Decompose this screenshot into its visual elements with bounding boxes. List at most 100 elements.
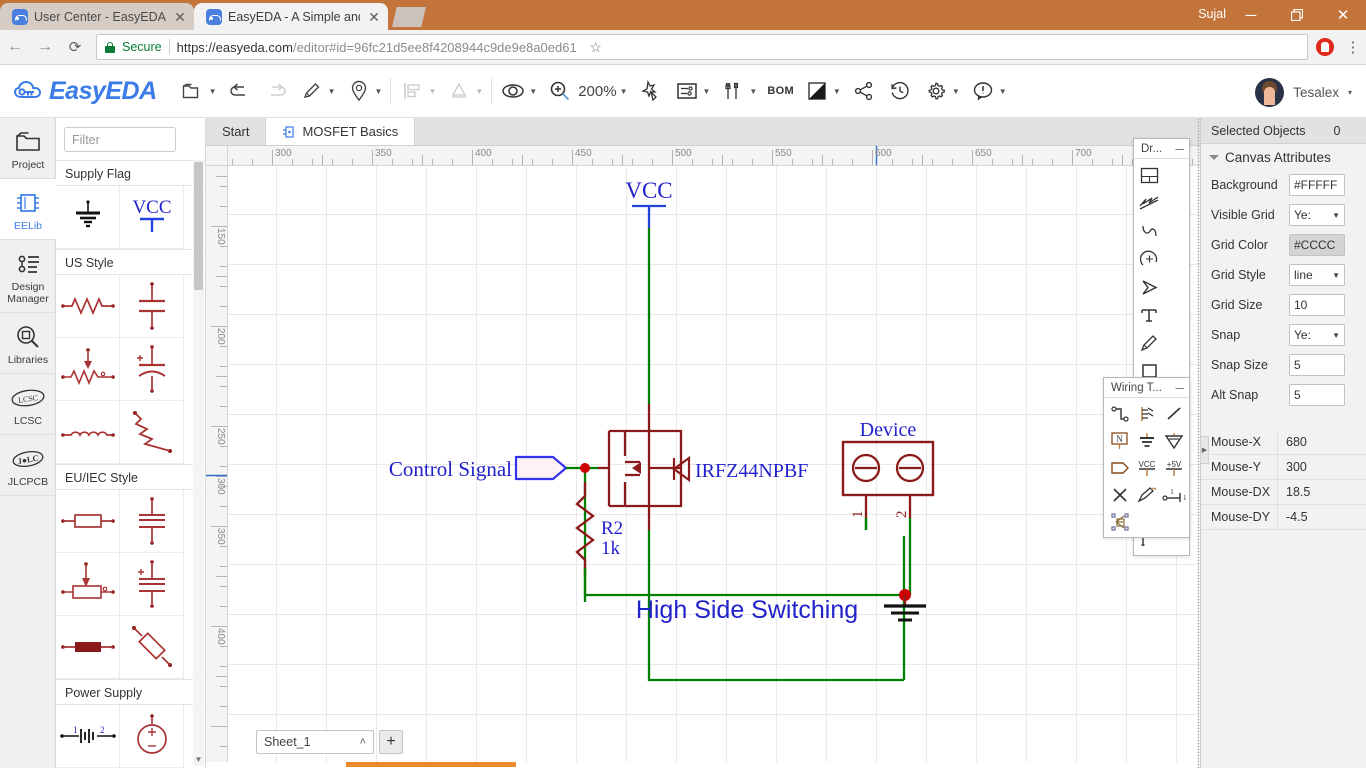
bookmark-star-icon[interactable]: ☆ (584, 39, 608, 56)
sidebar-item-lcsc[interactable]: LCSC LCSC (0, 374, 56, 435)
symbol-capacitor-eu[interactable] (120, 490, 184, 553)
toolbar-distribute[interactable]: ▼ (441, 65, 488, 118)
background-color-input[interactable]: #FFFFF (1289, 174, 1345, 196)
browser-tab-user-center[interactable]: User Center - EasyEDA ✕ (0, 3, 194, 30)
toolbar-properties[interactable]: ▼ (669, 65, 716, 118)
tool-pen[interactable] (1133, 481, 1160, 508)
tool-pencil[interactable] (1136, 329, 1162, 357)
tool-bus[interactable] (1133, 400, 1160, 427)
scrollbar-thumb[interactable] (194, 162, 203, 290)
symbol-resistor-diagonal[interactable] (120, 401, 184, 464)
reload-button[interactable]: ⟳ (60, 38, 90, 56)
tool-wire[interactable] (1106, 400, 1133, 427)
toolbar-history[interactable] (882, 65, 918, 118)
tool-pin[interactable]: 11 (1160, 481, 1187, 508)
sidebar-item-jlcpcb[interactable]: J●LC JLCPCB (0, 435, 56, 496)
minimize-icon[interactable]: ─ (1175, 382, 1184, 394)
toolbar-tools[interactable]: ▼ (715, 65, 762, 118)
chevron-down-icon[interactable]: ▼ (952, 87, 960, 96)
window-minimize-button[interactable]: ─ (1228, 0, 1274, 30)
toolbar-place-marker[interactable]: ▼ (341, 65, 388, 118)
scrollbar-thumb[interactable] (346, 762, 516, 767)
component-panel-scrollbar[interactable]: ▲ ▼ (193, 160, 204, 766)
symbol-battery[interactable]: 1 2 (56, 705, 120, 768)
symbol-potentiometer-eu[interactable] (56, 553, 120, 616)
tool-canvas-frame[interactable] (1136, 161, 1162, 189)
toolbar-settings[interactable]: ▼ (918, 65, 965, 118)
chevron-down-icon[interactable]: ▼ (209, 87, 217, 96)
address-bar[interactable]: Secure https://easyeda.com/editor#id=96f… (96, 34, 1308, 60)
sidebar-item-libraries[interactable]: Libraries (0, 313, 56, 374)
chevron-down-icon[interactable]: ▼ (620, 87, 628, 96)
tool-group[interactable] (1106, 508, 1133, 535)
symbol-capacitor[interactable] (120, 275, 184, 338)
mosfet-symbol[interactable] (598, 431, 689, 506)
toolbar-redo[interactable] (258, 65, 294, 118)
chevron-down-icon[interactable]: ▼ (999, 87, 1007, 96)
symbol-inductor[interactable] (56, 401, 120, 464)
tool-polyline[interactable] (1136, 189, 1162, 217)
toolbar-align[interactable]: ▼ (394, 65, 441, 118)
symbol-potentiometer-us[interactable] (56, 338, 120, 401)
window-maximize-button[interactable] (1274, 0, 1320, 30)
grid-color-input[interactable]: #CCCC (1289, 234, 1345, 256)
chevron-down-icon[interactable]: ▼ (749, 87, 757, 96)
alt-snap-input[interactable]: 5 (1289, 384, 1345, 406)
canvas-horizontal-scrollbar[interactable] (206, 762, 1200, 768)
tool-polygon[interactable] (1136, 273, 1162, 301)
chevron-down-icon[interactable]: ▼ (1332, 271, 1340, 280)
sidebar-item-project[interactable]: Project (0, 118, 56, 179)
symbol-vcc[interactable]: VCC (120, 186, 184, 249)
toolbar-share[interactable] (846, 65, 882, 118)
toolbar-bom[interactable]: BOM (762, 65, 799, 118)
grid-style-select[interactable]: line ▼ (1289, 264, 1345, 286)
symbol-resistor-us[interactable] (56, 275, 120, 338)
minimize-icon[interactable]: ─ (1175, 143, 1184, 155)
tab-start[interactable]: Start (206, 118, 266, 145)
palette-header[interactable]: Dr... ─ (1134, 139, 1189, 159)
tab-mosfet-basics[interactable]: MOSFET Basics (266, 118, 415, 145)
browser-tab-close-icon[interactable]: ✕ (172, 10, 188, 24)
horizontal-ruler[interactable]: 300 350 400 450 500 550 600 650 700 (228, 146, 1200, 166)
easyeda-logo[interactable]: EasyEDA (14, 77, 157, 106)
tool-flag[interactable] (1160, 427, 1187, 454)
tool-bus-entry[interactable] (1160, 400, 1187, 427)
chevron-down-icon[interactable]: ▼ (529, 87, 537, 96)
symbol-resistor-filled[interactable] (56, 616, 120, 679)
toolbar-visibility[interactable]: ▼ (495, 65, 542, 118)
tool-text[interactable] (1136, 301, 1162, 329)
chevron-down-icon[interactable]: ▼ (703, 87, 711, 96)
chrome-menu-icon[interactable]: ⋮ (1340, 38, 1366, 56)
chevron-down-icon[interactable]: ▼ (328, 87, 336, 96)
tool-vcc-flag[interactable]: VCC (1133, 454, 1160, 481)
snap-size-input[interactable]: 5 (1289, 354, 1345, 376)
chevron-down-icon[interactable]: ▼ (833, 87, 841, 96)
symbol-polarized-capacitor-eu[interactable] (120, 553, 184, 616)
add-sheet-button[interactable]: + (379, 730, 403, 754)
adblock-extension-icon[interactable] (1316, 38, 1334, 56)
chevron-up-icon[interactable]: ˄ (360, 736, 366, 748)
browser-tab-easyeda-editor[interactable]: EasyEDA - A Simple and ✕ (194, 3, 388, 30)
sidebar-item-eelib[interactable]: EELib (0, 179, 56, 240)
back-button[interactable]: ← (0, 38, 30, 56)
scroll-down-icon[interactable]: ▼ (193, 754, 204, 766)
tool-gnd-flag[interactable] (1133, 427, 1160, 454)
toolbar-theme[interactable]: ▼ (799, 65, 846, 118)
toolbar-zoom[interactable]: 200% ▼ (542, 65, 632, 118)
symbol-gnd[interactable] (56, 186, 120, 249)
toolbar-help[interactable]: ▼ (965, 65, 1012, 118)
tool-netport[interactable] (1106, 454, 1133, 481)
collapse-triangle-icon[interactable] (1209, 155, 1219, 160)
control-signal-netport[interactable] (516, 457, 566, 479)
new-tab-button[interactable] (392, 7, 426, 27)
chevron-down-icon[interactable]: ▾ (1348, 88, 1352, 97)
symbol-resistor-eu-diagonal[interactable] (120, 616, 184, 679)
grid-size-input[interactable]: 10 (1289, 294, 1345, 316)
device-terminal-block-symbol[interactable] (843, 442, 933, 518)
symbol-voltage-source[interactable] (120, 705, 184, 768)
toolbar-wiring-pen[interactable]: ▼ (294, 65, 341, 118)
tool-plus5v-flag[interactable]: +5V (1160, 454, 1187, 481)
filter-input[interactable]: Filter (64, 127, 176, 152)
window-close-button[interactable]: ✕ (1320, 0, 1366, 30)
sheet-selector[interactable]: Sheet_1 ˄ (256, 730, 374, 754)
